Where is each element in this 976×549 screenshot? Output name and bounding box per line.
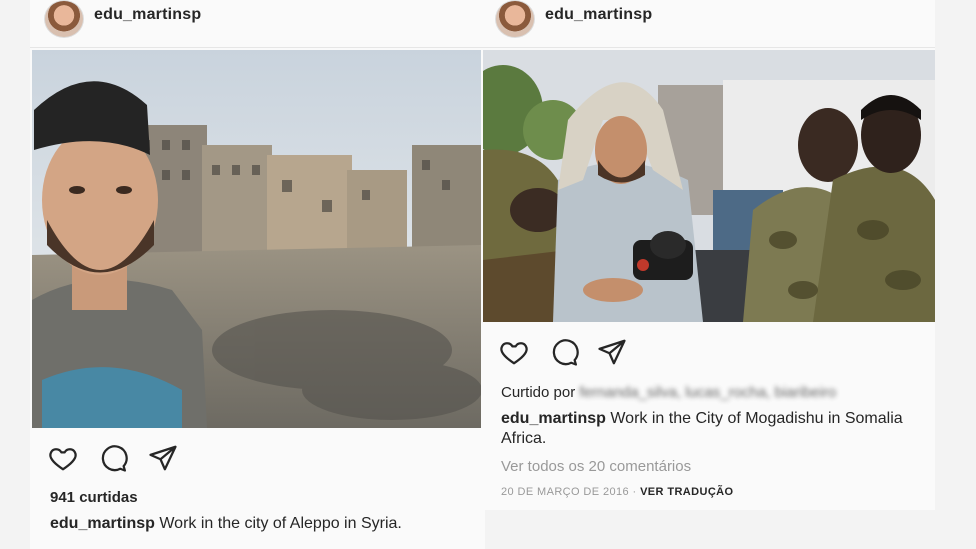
meta-separator: · bbox=[632, 486, 637, 498]
post-meta: 20 DE MARÇO DE 2016 · VER TRADUÇÃO bbox=[501, 486, 733, 498]
avatar[interactable] bbox=[44, 0, 84, 38]
caption-username[interactable]: edu_martinsp bbox=[501, 410, 606, 427]
post-photo-mogadishu[interactable] bbox=[483, 50, 935, 322]
post-header: edu_martinsp bbox=[30, 0, 485, 44]
send-icon[interactable] bbox=[597, 337, 627, 367]
see-translation-link[interactable]: VER TRADUÇÃO bbox=[640, 486, 733, 498]
post-photo-aleppo[interactable] bbox=[32, 50, 481, 428]
view-all-comments-link[interactable]: Ver todos os 20 comentários bbox=[501, 458, 691, 475]
liked-by-names[interactable]: fernanda_silva, lucas_rocha, biaribeiro bbox=[579, 384, 836, 401]
username[interactable]: edu_martinsp bbox=[94, 6, 201, 24]
avatar[interactable] bbox=[495, 0, 535, 38]
post-actions bbox=[48, 443, 188, 477]
heart-icon[interactable] bbox=[499, 337, 529, 367]
comment-icon[interactable] bbox=[549, 337, 579, 367]
send-icon[interactable] bbox=[148, 443, 178, 473]
comment-icon[interactable] bbox=[98, 443, 128, 473]
liked-by-label: Curtido por bbox=[501, 384, 576, 401]
post-header: edu_martinsp bbox=[483, 0, 935, 44]
heart-icon[interactable] bbox=[48, 443, 78, 473]
post-left: edu_martinsp 941 curtidas edu_martinsp W… bbox=[30, 0, 485, 549]
caption: edu_martinsp Work in the city of Aleppo … bbox=[50, 514, 402, 534]
caption-text: Work in the city of Aleppo in Syria. bbox=[154, 515, 402, 532]
caption-username[interactable]: edu_martinsp bbox=[50, 515, 155, 532]
header-divider bbox=[30, 47, 485, 48]
username[interactable]: edu_martinsp bbox=[545, 6, 652, 24]
post-date: 20 DE MARÇO DE 2016 bbox=[501, 486, 630, 498]
header-divider bbox=[483, 47, 935, 48]
caption: edu_martinsp Work in the City of Mogadis… bbox=[501, 409, 933, 449]
post-actions bbox=[499, 337, 639, 371]
likes-count[interactable]: 941 curtidas bbox=[50, 489, 138, 506]
liked-by: Curtido por fernanda_silva, lucas_rocha,… bbox=[501, 383, 836, 403]
post-right: edu_martinsp Curtido por fernanda_silva,… bbox=[483, 0, 935, 510]
